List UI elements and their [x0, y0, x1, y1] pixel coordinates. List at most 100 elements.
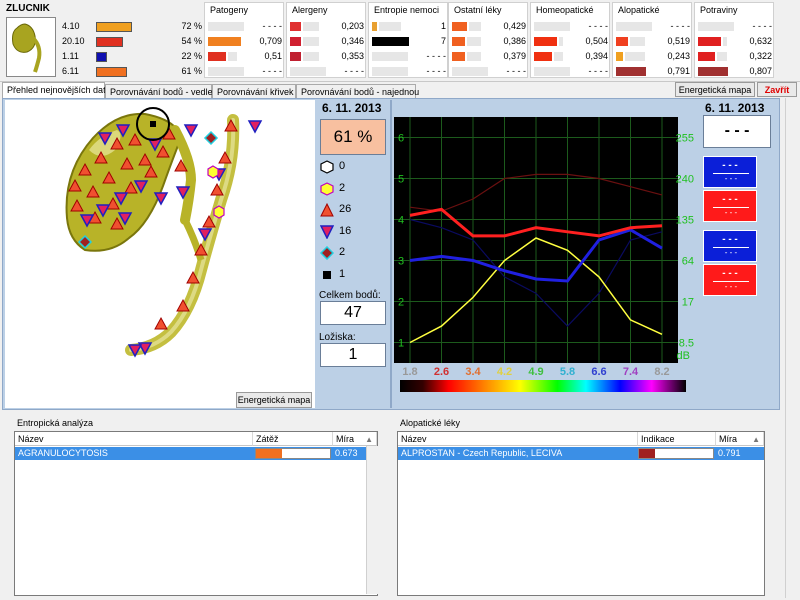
empty-bar — [208, 22, 244, 31]
info-cell-blue: - - - - - - — [703, 230, 757, 262]
right-date: 6. 11. 2013 — [705, 101, 765, 115]
panel-value: 0,346 — [341, 36, 364, 46]
right-dash-box: - - - — [703, 115, 771, 148]
value-bar — [208, 37, 241, 46]
category-panel[interactable]: Alergeny 0,203 0,346 0,353 - - - - — [286, 2, 366, 78]
square-black-icon — [323, 270, 331, 279]
main-scrollbar[interactable] — [785, 98, 797, 598]
bar-track — [303, 22, 319, 31]
panel-row[interactable]: - - - - — [290, 66, 364, 78]
panel-row[interactable]: 0,709 — [208, 36, 282, 48]
organ-point-map[interactable] — [5, 100, 315, 408]
summary-row: 20.10 54 % — [62, 36, 202, 49]
panel-row[interactable]: 0,322 — [698, 51, 772, 63]
panel-value: 7 — [440, 36, 446, 46]
panel-value: 0,807 — [749, 66, 772, 76]
tab-compare-curves[interactable]: Porovnávání křivek — [212, 84, 296, 99]
col-name[interactable]: Název — [398, 432, 638, 446]
col-name[interactable]: Název — [15, 432, 253, 446]
tab-latest-data[interactable]: Přehled nejnovějších dat — [2, 82, 106, 99]
panel-row[interactable]: - - - - — [534, 66, 608, 78]
organ-title: ZLUCNIK — [6, 3, 50, 14]
panel-row[interactable]: 0,394 — [534, 51, 608, 63]
panel-title: Entropie nemoci — [374, 5, 440, 15]
panel-value: 0,379 — [503, 51, 526, 61]
row-name: ALPROSTAN - Czech Republic, LECIVA — [401, 448, 563, 458]
panel-row[interactable]: 0,203 — [290, 21, 364, 33]
hexagon-yellow-icon — [320, 181, 334, 196]
cell-bottom: - - - — [713, 173, 749, 183]
panel-row[interactable]: - - - - — [208, 21, 282, 33]
panel-value: - - - - — [344, 66, 365, 76]
table-row[interactable]: AGRANULOCYTOSIS 0.673 — [15, 447, 377, 460]
right-tick-label: 64 — [682, 256, 694, 268]
panel-row[interactable]: 0,51 — [208, 51, 282, 63]
energy-map-small-button[interactable]: Energetická mapa — [236, 392, 312, 408]
tab-compare-side[interactable]: Porovnávání bodů - vedle — [105, 84, 213, 99]
entropic-table[interactable]: Název Zátěž Míra ▲ AGRANULOCYTOSIS 0.673 — [14, 431, 378, 596]
panel-row[interactable]: - - - - — [698, 21, 772, 33]
bar-track — [303, 52, 319, 61]
panel-row[interactable]: 7 — [372, 36, 446, 48]
category-panel[interactable]: Homeopatické - - - - 0,504 0,394 - - - - — [530, 2, 610, 78]
panel-row[interactable]: 0,346 — [290, 36, 364, 48]
close-button[interactable]: Zavřít — [757, 82, 797, 97]
summary-bar-fill — [96, 37, 123, 47]
x-tick-label: 1.8 — [402, 366, 417, 378]
summary-percent: 72 % — [181, 21, 202, 31]
category-panel[interactable]: Patogeny - - - - 0,709 0,51 - - - - — [204, 2, 284, 78]
panel-row[interactable]: 0,519 — [616, 36, 690, 48]
panel-row[interactable]: - - - - — [616, 21, 690, 33]
panel-row[interactable]: 0,429 — [452, 21, 526, 33]
empty-bar — [534, 67, 570, 76]
energy-map-button[interactable]: Energetická mapa — [675, 82, 755, 97]
panel-row[interactable]: 0,791 — [616, 66, 690, 78]
scrollbar[interactable] — [366, 446, 378, 594]
panel-row[interactable]: - - - - — [372, 66, 446, 78]
panel-row[interactable]: - - - - — [452, 66, 526, 78]
value-bar — [698, 37, 721, 46]
panel-row[interactable]: 0,386 — [452, 36, 526, 48]
value-bar — [616, 37, 628, 46]
left-tick-label: 2 — [398, 297, 404, 309]
panel-row[interactable]: 0,353 — [290, 51, 364, 63]
panel-value: 1 — [440, 21, 446, 31]
triangle-up-red-icon — [320, 203, 334, 217]
info-cell-red: - - - - - - — [703, 264, 757, 296]
hexagon-white-icon — [320, 160, 334, 174]
point-count: 0 — [339, 160, 346, 172]
panel-row[interactable]: 0,379 — [452, 51, 526, 63]
col-load[interactable]: Zátěž — [253, 432, 333, 446]
panel-row[interactable]: - - - - — [208, 66, 282, 78]
panel-title: Alergeny — [292, 5, 328, 15]
panel-row[interactable]: 0,243 — [616, 51, 690, 63]
foci-value: 1 — [320, 343, 386, 367]
table-row[interactable]: ALPROSTAN - Czech Republic, LECIVA 0.791 — [398, 447, 764, 460]
x-tick-label: 3.4 — [465, 366, 481, 378]
col-indication[interactable]: Indikace — [638, 432, 716, 446]
curve-chart-svg: 1 2 3 4 5 6 8.5 17 64 135 240 255 dB 1.8 2.6 3.4 4.2 4.9 5… — [392, 115, 697, 395]
organ-thumbnail[interactable] — [6, 17, 56, 77]
alopathic-table[interactable]: Název Indikace Míra ▲ ALPROSTAN - Czech … — [397, 431, 765, 596]
x-tick-label: 5.8 — [560, 366, 575, 378]
panel-row[interactable]: - - - - — [372, 51, 446, 63]
panel-row[interactable]: 1 — [372, 21, 446, 33]
category-panel[interactable]: Alopatické - - - - 0,519 0,243 0,791 — [612, 2, 692, 78]
panel-row[interactable]: - - - - — [534, 21, 608, 33]
panel-row[interactable]: 0,632 — [698, 36, 772, 48]
value-bar — [372, 22, 377, 31]
tab-compare-together[interactable]: Porovnávání bodů - najednou — [296, 84, 419, 99]
cell-top: - - - — [722, 234, 738, 245]
category-panel[interactable]: Ostatní léky 0,429 0,386 0,379 - - - - — [448, 2, 528, 78]
point-count: 16 — [339, 224, 352, 237]
sort-arrow-icon: ▲ — [752, 435, 760, 444]
bar-track — [467, 37, 481, 46]
category-panel[interactable]: Entropie nemoci 1 7 - - - - - - - - — [368, 2, 448, 78]
panel-row[interactable]: 0,504 — [534, 36, 608, 48]
panel-row[interactable]: 0,807 — [698, 66, 772, 78]
point-count-row: 2 — [320, 181, 380, 197]
right-tick-label: 135 — [676, 215, 694, 227]
empty-bar — [534, 22, 570, 31]
category-panel[interactable]: Potraviny - - - - 0,632 0,322 0,807 — [694, 2, 774, 78]
x-tick-label: 7.4 — [623, 366, 639, 378]
